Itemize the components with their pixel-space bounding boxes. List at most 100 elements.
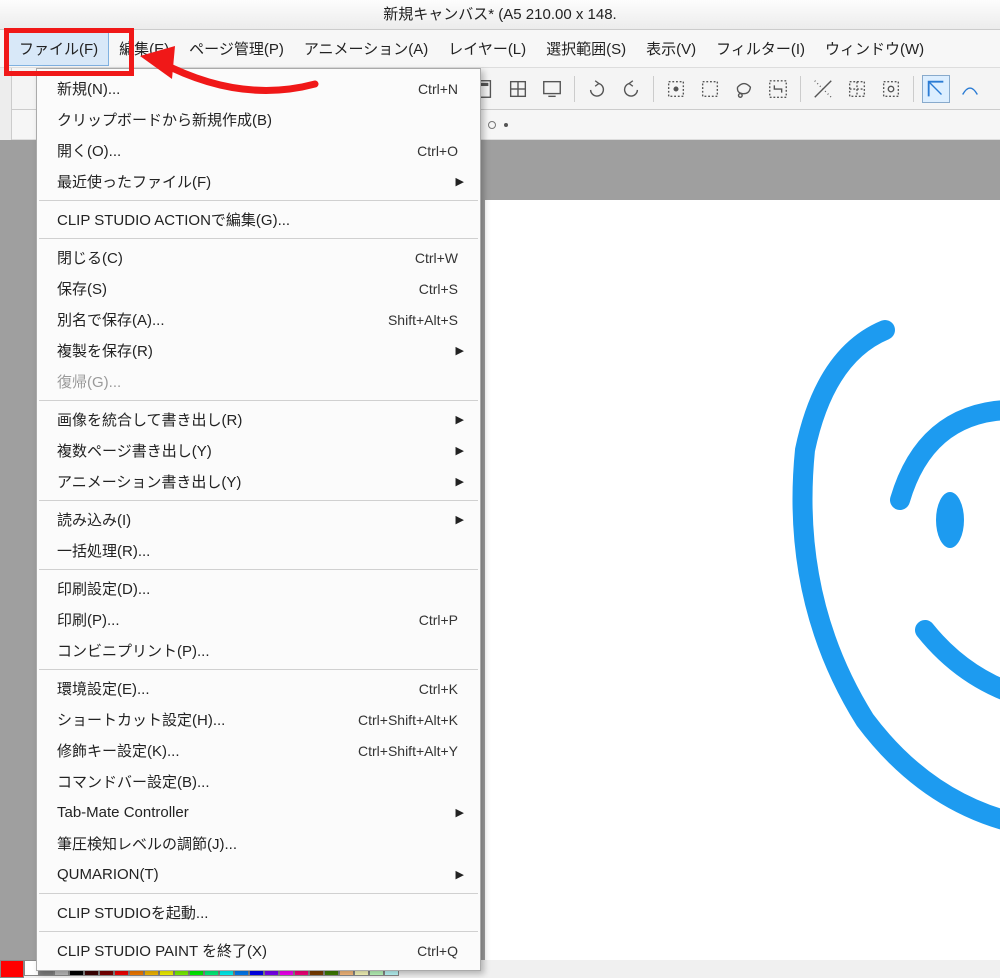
- snap-icon[interactable]: [877, 75, 905, 103]
- color-swatch[interactable]: [0, 960, 24, 978]
- menu-separator: [39, 669, 478, 670]
- menu-1[interactable]: 編集(E): [109, 32, 179, 65]
- menubar: ファイル(F)編集(E)ページ管理(P)アニメーション(A)レイヤー(L)選択範…: [0, 30, 1000, 68]
- submenu-arrow-icon: ▶: [456, 806, 464, 819]
- file-menu-item-24[interactable]: 環境設定(E)...Ctrl+K: [37, 673, 480, 704]
- grid-icon[interactable]: [843, 75, 871, 103]
- file-menu-item-3[interactable]: 最近使ったファイル(F)▶: [37, 166, 480, 197]
- menu-item-label: 新規(N)...: [57, 78, 418, 99]
- snap-ruler-icon[interactable]: [922, 75, 950, 103]
- menu-item-shortcut: Ctrl+O: [417, 143, 464, 159]
- select-all-icon[interactable]: [696, 75, 724, 103]
- file-menu-item-1[interactable]: クリップボードから新規作成(B): [37, 104, 480, 135]
- submenu-arrow-icon: ▶: [456, 175, 464, 188]
- menu-3[interactable]: アニメーション(A): [294, 32, 438, 65]
- toolbar-separator: [653, 76, 654, 102]
- menu-item-label: QUMARION(T): [57, 866, 456, 883]
- menu-item-label: 一括処理(R)...: [57, 540, 464, 561]
- snap-special-icon[interactable]: [956, 75, 984, 103]
- lasso-icon[interactable]: [730, 75, 758, 103]
- menu-item-label: 復帰(G)...: [57, 371, 464, 392]
- submenu-arrow-icon: ▶: [456, 444, 464, 457]
- menu-4[interactable]: レイヤー(L): [438, 32, 536, 65]
- file-menu-item-22[interactable]: コンビニプリント(P)...: [37, 635, 480, 666]
- undo-icon[interactable]: [583, 75, 611, 103]
- submenu-arrow-icon: ▶: [456, 475, 464, 488]
- file-menu-item-25[interactable]: ショートカット設定(H)...Ctrl+Shift+Alt+K: [37, 704, 480, 735]
- file-menu-item-29[interactable]: 筆圧検知レベルの調節(J)...: [37, 828, 480, 859]
- file-menu-item-10[interactable]: 複製を保存(R)▶: [37, 335, 480, 366]
- menu-item-shortcut: Ctrl+P: [419, 612, 464, 628]
- file-menu-item-20[interactable]: 印刷設定(D)...: [37, 573, 480, 604]
- file-menu-item-0[interactable]: 新規(N)...Ctrl+N: [37, 73, 480, 104]
- menu-separator: [39, 400, 478, 401]
- menu-5[interactable]: 選択範囲(S): [536, 32, 636, 65]
- menu-item-label: 印刷設定(D)...: [57, 578, 464, 599]
- file-menu-item-9[interactable]: 別名で保存(A)...Shift+Alt+S: [37, 304, 480, 335]
- file-menu-item-30[interactable]: QUMARION(T)▶: [37, 859, 480, 890]
- tile-icon[interactable]: [504, 75, 532, 103]
- file-menu-item-27[interactable]: コマンドバー設定(B)...: [37, 766, 480, 797]
- toolbar-separator: [800, 76, 801, 102]
- menu-separator: [39, 569, 478, 570]
- menu-item-label: CLIP STUDIO ACTIONで編集(G)...: [57, 209, 464, 230]
- redo-icon[interactable]: [617, 75, 645, 103]
- menu-0[interactable]: ファイル(F): [8, 31, 109, 66]
- menu-7[interactable]: フィルター(I): [706, 32, 815, 65]
- menu-item-label: 複製を保存(R): [57, 340, 456, 361]
- menu-separator: [39, 500, 478, 501]
- window-titlebar: 新規キャンバス* (A5 210.00 x 148.: [0, 0, 1000, 30]
- file-menu-item-21[interactable]: 印刷(P)...Ctrl+P: [37, 604, 480, 635]
- submenu-arrow-icon: ▶: [456, 344, 464, 357]
- menu-item-shortcut: Ctrl+K: [419, 681, 464, 697]
- menu-item-shortcut: Ctrl+Shift+Alt+Y: [358, 743, 464, 759]
- brush-size-dot2-icon[interactable]: [504, 123, 508, 127]
- file-menu-item-26[interactable]: 修飾キー設定(K)...Ctrl+Shift+Alt+Y: [37, 735, 480, 766]
- menu-8[interactable]: ウィンドウ(W): [815, 32, 934, 65]
- file-menu-item-32[interactable]: CLIP STUDIOを起動...: [37, 897, 480, 928]
- toolbar-separator: [913, 76, 914, 102]
- menu-item-label: 最近使ったファイル(F): [57, 171, 456, 192]
- file-menu-item-5[interactable]: CLIP STUDIO ACTIONで編集(G)...: [37, 204, 480, 235]
- menu-item-label: 開く(O)...: [57, 140, 417, 161]
- ruler-icon[interactable]: [809, 75, 837, 103]
- menu-item-shortcut: Ctrl+Shift+Alt+K: [358, 712, 464, 728]
- menu-item-label: 画像を統合して書き出し(R): [57, 409, 456, 430]
- menu-item-label: 読み込み(I): [57, 509, 456, 530]
- menu-2[interactable]: ページ管理(P): [179, 32, 294, 65]
- canvas[interactable]: [485, 200, 1000, 960]
- menu-6[interactable]: 表示(V): [636, 32, 706, 65]
- submenu-arrow-icon: ▶: [456, 868, 464, 881]
- file-menu-item-8[interactable]: 保存(S)Ctrl+S: [37, 273, 480, 304]
- file-menu-item-11: 復帰(G)...: [37, 366, 480, 397]
- file-menu-item-17[interactable]: 読み込み(I)▶: [37, 504, 480, 535]
- window-title: 新規キャンバス* (A5 210.00 x 148.: [383, 6, 616, 23]
- file-menu-item-34[interactable]: CLIP STUDIO PAINT を終了(X)Ctrl+Q: [37, 935, 480, 966]
- shrink-icon[interactable]: [764, 75, 792, 103]
- menu-item-label: CLIP STUDIOを起動...: [57, 902, 464, 923]
- menu-item-label: 環境設定(E)...: [57, 678, 419, 699]
- menu-item-label: アニメーション書き出し(Y): [57, 471, 456, 492]
- file-menu-item-14[interactable]: 複数ページ書き出し(Y)▶: [37, 435, 480, 466]
- screen-icon[interactable]: [538, 75, 566, 103]
- menu-item-label: 別名で保存(A)...: [57, 309, 388, 330]
- submenu-arrow-icon: ▶: [456, 513, 464, 526]
- menu-item-shortcut: Ctrl+S: [419, 281, 464, 297]
- menu-separator: [39, 893, 478, 894]
- file-menu-item-18[interactable]: 一括処理(R)...: [37, 535, 480, 566]
- menu-item-label: 筆圧検知レベルの調節(J)...: [57, 833, 464, 854]
- menu-item-label: Tab-Mate Controller: [57, 804, 456, 821]
- file-menu-item-13[interactable]: 画像を統合して書き出し(R)▶: [37, 404, 480, 435]
- menu-separator: [39, 200, 478, 201]
- file-menu-item-28[interactable]: Tab-Mate Controller▶: [37, 797, 480, 828]
- menu-separator: [39, 238, 478, 239]
- file-menu-item-15[interactable]: アニメーション書き出し(Y)▶: [37, 466, 480, 497]
- menu-item-label: ショートカット設定(H)...: [57, 709, 358, 730]
- file-menu-dropdown: 新規(N)...Ctrl+Nクリップボードから新規作成(B)開く(O)...Ct…: [36, 68, 481, 971]
- brush-size-dot-icon[interactable]: [488, 121, 496, 129]
- deselect-icon[interactable]: [662, 75, 690, 103]
- file-menu-item-2[interactable]: 開く(O)...Ctrl+O: [37, 135, 480, 166]
- file-menu-item-7[interactable]: 閉じる(C)Ctrl+W: [37, 242, 480, 273]
- menu-item-label: 閉じる(C): [57, 247, 415, 268]
- menu-item-shortcut: Shift+Alt+S: [388, 312, 464, 328]
